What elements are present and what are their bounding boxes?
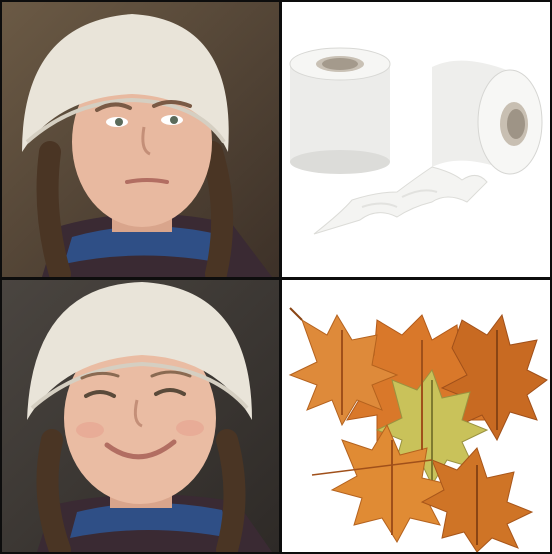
panel-top-left-disapproving-face [2, 2, 279, 277]
meme-grid [0, 0, 552, 554]
panel-bottom-left-smiling-face [2, 280, 279, 552]
smiling-girl-image [2, 280, 279, 552]
panel-bottom-right-autumn-leaves [282, 280, 550, 552]
panel-top-right-toilet-paper [282, 2, 550, 277]
toilet-paper-image [282, 2, 550, 277]
disapproving-girl-image [2, 2, 279, 277]
autumn-leaves-image [282, 280, 550, 552]
